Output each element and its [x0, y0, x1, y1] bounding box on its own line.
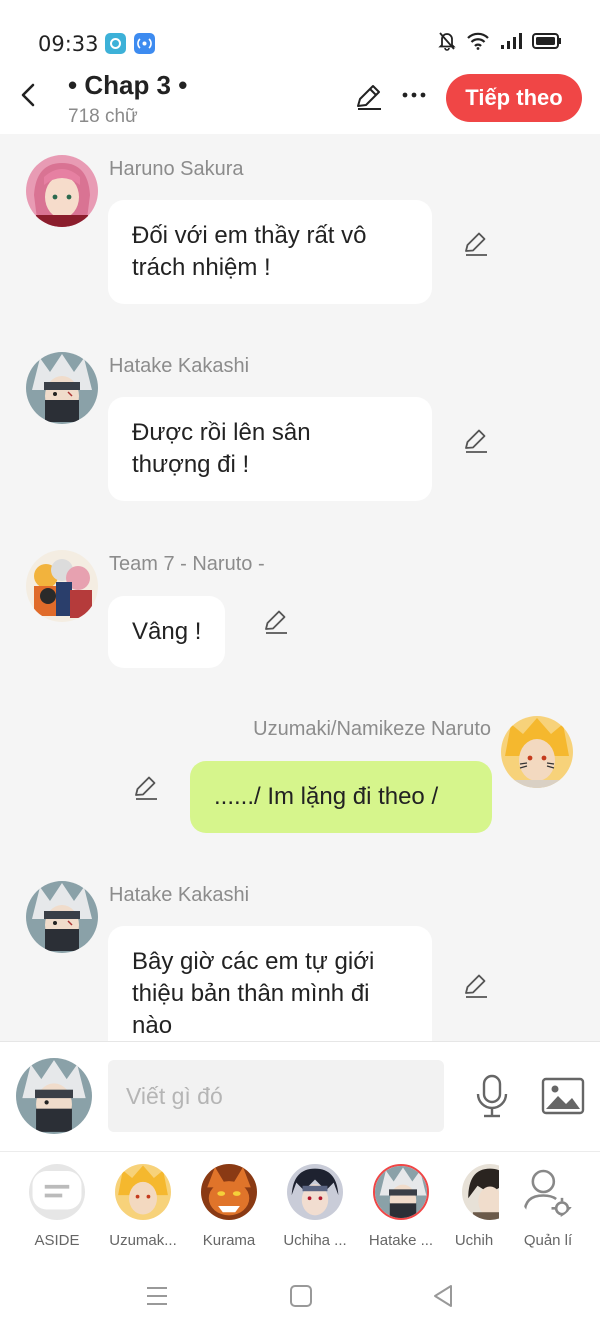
next-chapter-button[interactable]: Tiếp theo: [446, 74, 582, 122]
uchiha-2-avatar: [462, 1164, 499, 1220]
character-label: Uzumak...: [109, 1232, 177, 1249]
avatar-sakura[interactable]: [26, 155, 98, 227]
system-navigation-bar: [0, 1259, 600, 1333]
edit-message-button[interactable]: [462, 972, 490, 1000]
compose-bar: Viết gì đó: [0, 1041, 600, 1151]
edit-message-button[interactable]: [132, 774, 160, 802]
aside-avatar: [29, 1164, 85, 1220]
hotspot-icon: [134, 33, 155, 54]
image-icon: [541, 1077, 585, 1115]
pen-icon: [465, 232, 487, 256]
aside-chat-icon: [32, 1171, 82, 1210]
character-uchiha[interactable]: Uchiha ...: [277, 1164, 353, 1249]
message-line: Được rồi lên sân: [132, 419, 311, 446]
edit-message-button[interactable]: [462, 230, 490, 258]
naruto-avatar: [115, 1164, 171, 1220]
character-label: Kurama: [202, 1232, 256, 1249]
speaker-name: Haruno Sakura: [109, 158, 244, 180]
message-bubble[interactable]: Đối với em thầy rất vô trách nhiệm !: [108, 200, 432, 304]
back-button[interactable]: [14, 80, 44, 110]
chat-area[interactable]: Haruno Sakura Đối với em thầy rất vô trá…: [0, 134, 600, 1041]
system-back-button[interactable]: [430, 1283, 456, 1309]
message-line: nào: [132, 1012, 173, 1039]
triangle-back-icon: [434, 1285, 452, 1307]
chapter-title: • Chap 3 •: [68, 70, 188, 100]
pen-icon: [265, 610, 287, 634]
avatar-naruto[interactable]: [501, 716, 573, 788]
pen-icon: [357, 85, 381, 110]
kurama-avatar: [201, 1164, 257, 1220]
pen-icon: [465, 974, 487, 998]
message-line: Đối với em thầy rất vô: [132, 222, 367, 249]
character-label: Hatake ...: [368, 1232, 434, 1249]
message-line: thiệu bản thân mình đi: [132, 980, 370, 1007]
chevron-left-icon: [21, 83, 35, 107]
speaker-name: Team 7 - Naruto -: [109, 553, 265, 575]
manage-avatar: [520, 1164, 576, 1220]
uchiha-avatar: [287, 1164, 343, 1220]
more-dots-icon: [402, 92, 426, 98]
character-label: Uchih: [454, 1232, 494, 1249]
message-input[interactable]: Viết gì đó: [108, 1060, 444, 1132]
more-options-button[interactable]: [400, 80, 428, 110]
avatar-kakashi[interactable]: [26, 881, 98, 953]
recent-apps-button[interactable]: [144, 1283, 170, 1309]
user-settings-icon: [523, 1169, 573, 1219]
message-bubble[interactable]: Vâng !: [108, 596, 226, 668]
character-selector: ASIDE Uzumak... Kurama Uchiha ... Hatake…: [0, 1151, 600, 1259]
message-bubble[interactable]: Được rồi lên sân thượng đi !: [108, 397, 432, 501]
pen-icon: [135, 776, 157, 800]
character-uchiha-2[interactable]: Uchih: [449, 1164, 499, 1249]
wifi-icon: [467, 32, 489, 50]
home-button[interactable]: [288, 1283, 314, 1309]
square-home-icon: [290, 1285, 312, 1307]
pen-icon: [465, 429, 487, 453]
character-hatake[interactable]: Hatake ...: [363, 1164, 439, 1249]
edit-message-button[interactable]: [262, 608, 290, 636]
character-label: Uchiha ...: [283, 1232, 347, 1249]
message-line: Vâng !: [132, 618, 202, 645]
voice-input-button[interactable]: [472, 1072, 512, 1120]
current-speaker-avatar[interactable]: [16, 1058, 92, 1134]
chapter-header: • Chap 3 • 718 chữ Tiếp theo: [0, 70, 600, 134]
signal-icon: [501, 33, 522, 49]
status-time: 09:33: [38, 32, 99, 56]
image-upload-button[interactable]: [540, 1076, 586, 1116]
battery-icon: [532, 33, 561, 49]
hatake-avatar: [373, 1164, 429, 1220]
edit-chapter-button[interactable]: [354, 82, 384, 112]
status-bar: 09:33: [0, 0, 600, 70]
character-kurama[interactable]: Kurama: [191, 1164, 267, 1249]
avatar-team7[interactable]: [26, 550, 98, 622]
message-bubble[interactable]: Bây giờ các em tự giới thiệu bản thân mì…: [108, 926, 432, 1041]
character-label: ASIDE: [34, 1232, 80, 1249]
manage-characters-button[interactable]: Quản lí: [510, 1164, 586, 1249]
microphone-icon: [476, 1074, 508, 1118]
message-line: trách nhiệm !: [132, 254, 271, 281]
speaker-name: Uzumaki/Namikeze Naruto: [253, 718, 491, 740]
app-notification-icon: [105, 33, 126, 54]
character-naruto[interactable]: Uzumak...: [105, 1164, 181, 1249]
menu-lines-icon: [147, 1287, 167, 1305]
avatar-kakashi[interactable]: [26, 352, 98, 424]
mute-bell-icon: [438, 32, 456, 51]
character-aside[interactable]: ASIDE: [19, 1164, 95, 1249]
message-line: Bây giờ các em tự giới: [132, 948, 375, 975]
word-count: 718 chữ: [68, 106, 138, 127]
message-line: thượng đi !: [132, 451, 250, 478]
message-line: ....../ Im lặng đi theo /: [214, 783, 439, 810]
character-label: Quản lí: [523, 1232, 573, 1249]
speaker-name: Hatake Kakashi: [109, 884, 250, 906]
status-icons: [438, 31, 562, 51]
speaker-name: Hatake Kakashi: [109, 355, 250, 377]
edit-message-button[interactable]: [462, 427, 490, 455]
own-message-bubble[interactable]: ....../ Im lặng đi theo /: [190, 761, 492, 833]
